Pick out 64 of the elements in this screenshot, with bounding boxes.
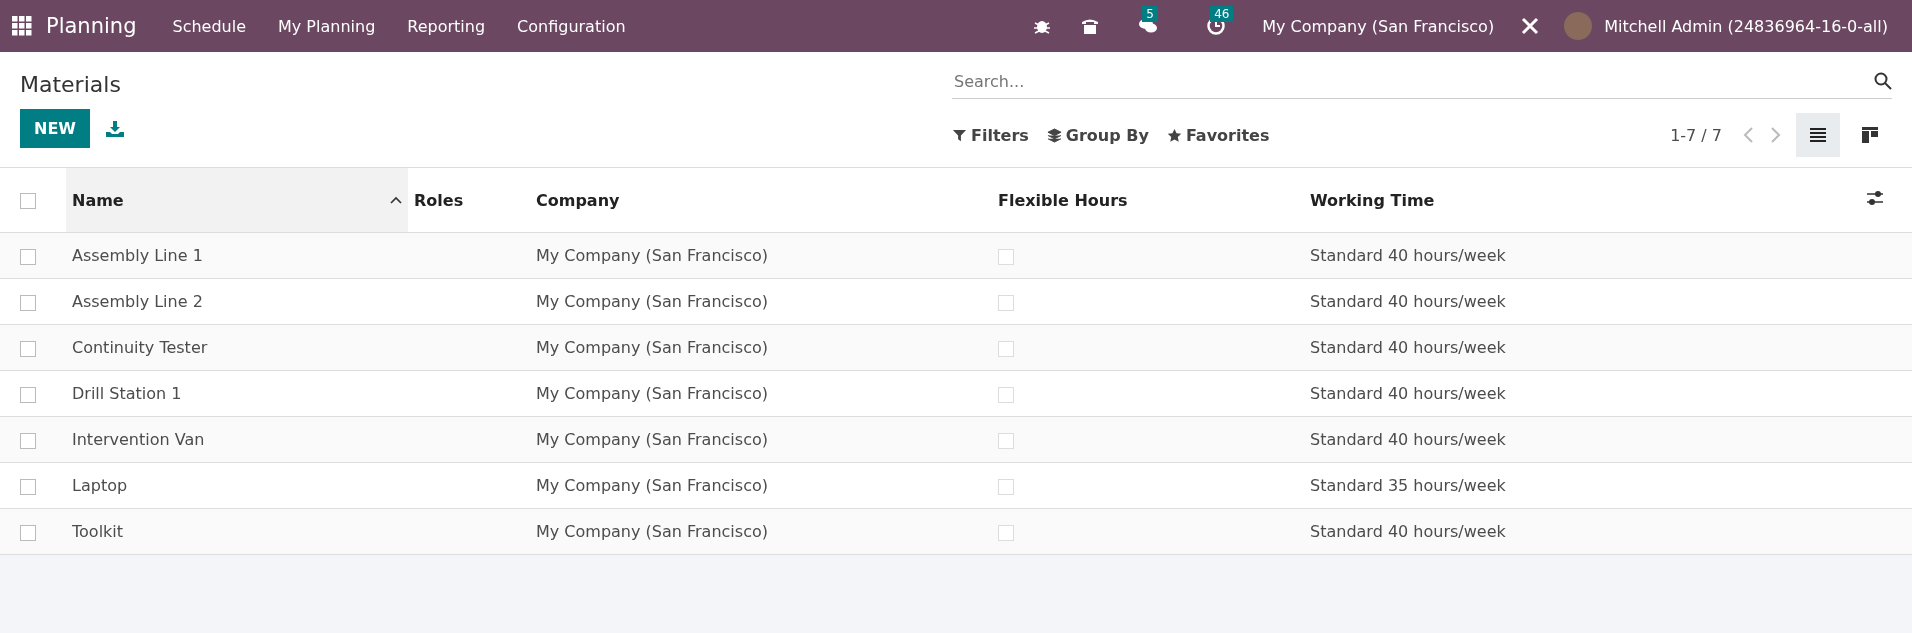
filter-icon	[952, 127, 967, 143]
company-cell: My Company (San Francisco)	[530, 370, 992, 417]
previous-icon[interactable]	[1742, 126, 1756, 144]
row-checkbox[interactable]	[20, 524, 36, 541]
menu-item[interactable]: Configuration	[501, 16, 642, 36]
name-cell[interactable]: Continuity Tester	[66, 324, 408, 371]
page-title: Materials	[20, 72, 122, 97]
company-cell: My Company (San Francisco)	[530, 508, 992, 555]
column-header[interactable]: Company	[530, 168, 992, 233]
column-header[interactable]: Working Time	[1304, 168, 1860, 233]
column-label: Name	[72, 190, 124, 210]
list-icon	[1810, 128, 1826, 142]
sort-ascending-icon	[390, 196, 402, 204]
company-cell: My Company (San Francisco)	[530, 232, 992, 279]
menu-item[interactable]: Reporting	[391, 16, 502, 36]
working-time-cell: Standard 40 hours/week	[1304, 508, 1860, 555]
download-icon[interactable]	[105, 120, 124, 137]
list-view-button[interactable]	[1796, 113, 1840, 157]
working-time-cell: Standard 40 hours/week	[1304, 416, 1860, 463]
search-option-button[interactable]: Favorites	[1166, 125, 1270, 145]
menu-item[interactable]: Schedule	[156, 16, 262, 36]
working-time-cell: Standard 40 hours/week	[1304, 278, 1860, 325]
activity-count-badge: 46	[1210, 6, 1234, 22]
working-time-cell: Standard 35 hours/week	[1304, 462, 1860, 509]
next-icon[interactable]	[1768, 126, 1782, 144]
row-checkbox[interactable]	[20, 294, 36, 311]
user-menu[interactable]: Mitchell Admin (24836964-16-0-all)	[1604, 16, 1888, 36]
company-cell: My Company (San Francisco)	[530, 416, 992, 463]
star-icon	[1166, 127, 1182, 143]
app-name[interactable]: Planning	[46, 14, 137, 38]
company-switcher[interactable]: My Company (San Francisco)	[1262, 16, 1495, 36]
company-cell: My Company (San Francisco)	[530, 278, 992, 325]
user-avatar[interactable]	[1564, 12, 1593, 40]
name-cell[interactable]: Laptop	[66, 462, 408, 509]
working-time-cell: Standard 40 hours/week	[1304, 232, 1860, 279]
working-time-cell: Standard 40 hours/week	[1304, 370, 1860, 417]
name-cell[interactable]: Assembly Line 1	[66, 232, 408, 279]
company-cell: My Company (San Francisco)	[530, 324, 992, 371]
menu-item[interactable]: My Planning	[262, 16, 392, 36]
search-option-button[interactable]: Filters	[952, 125, 1029, 145]
layers-icon	[1046, 127, 1062, 143]
working-time-cell: Standard 40 hours/week	[1304, 324, 1860, 371]
company-cell: My Company (San Francisco)	[530, 462, 992, 509]
name-cell[interactable]: Drill Station 1	[66, 370, 408, 417]
search-icon[interactable]	[1874, 72, 1892, 90]
row-checkbox[interactable]	[20, 478, 36, 495]
row-checkbox[interactable]	[20, 386, 36, 403]
name-cell[interactable]: Assembly Line 2	[66, 278, 408, 325]
row-checkbox[interactable]	[20, 340, 36, 357]
column-settings-icon[interactable]	[1866, 190, 1884, 206]
column-header[interactable]: Flexible Hours	[992, 168, 1304, 233]
select-all-checkbox[interactable]	[20, 193, 36, 209]
name-cell[interactable]: Toolkit	[66, 508, 408, 555]
row-checkbox[interactable]	[20, 248, 36, 265]
pager-value: 1-7 / 7	[1670, 125, 1722, 145]
new-button[interactable]: NEW	[20, 109, 90, 148]
search-option-button[interactable]: Group By	[1046, 125, 1149, 145]
message-count-badge: 5	[1142, 6, 1158, 22]
column-header[interactable]: Roles	[408, 168, 530, 233]
apps-menu-icon[interactable]	[12, 16, 32, 36]
row-checkbox[interactable]	[20, 432, 36, 449]
kanban-icon	[1862, 127, 1878, 143]
column-header[interactable]: Name	[66, 168, 408, 233]
name-cell[interactable]: Intervention Van	[66, 416, 408, 463]
